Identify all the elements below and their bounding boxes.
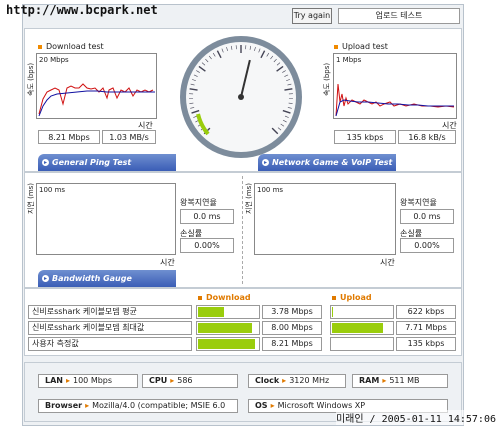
ram-label: RAM — [359, 376, 380, 385]
try-again-button[interactable]: Try again — [292, 8, 332, 24]
gauge-row-label: 사용자 측정값 — [28, 337, 192, 351]
gauge-row-dl-bar — [196, 337, 260, 351]
download-graph-svg — [38, 83, 155, 117]
gauge-row-ul-value: 622 kbps — [396, 305, 456, 319]
lan-info: LAN ▸ 100 Mbps — [38, 374, 138, 388]
gauge-row-dl-fill — [198, 339, 255, 349]
download-speed-bps: 8.21 Mbps — [38, 130, 100, 144]
upload-test-label: 업로드 테스트 — [338, 8, 460, 24]
gauge-row-dl-fill — [198, 307, 224, 317]
tab-bandwidth-gauge[interactable]: ▸ Bandwidth Gauge — [38, 270, 176, 287]
download-series-red — [38, 83, 154, 115]
arrow-right-icon: ▸ — [85, 401, 90, 410]
watermark-url: http://www.bcpark.net — [6, 3, 158, 17]
upload-y-axis-label: 속도 (bps) — [323, 62, 331, 96]
arrow-right-icon: ▸ — [42, 275, 49, 282]
bullet-icon — [334, 44, 338, 49]
gauge-row-dl-value: 8.21 Mbps — [262, 337, 322, 351]
ram-info: RAM ▸ 511 MB — [352, 374, 448, 388]
ping-right-graph: 100 ms — [254, 183, 396, 255]
gauge-row-label: 신비로sshark 케이블모뎀 평균 — [28, 305, 192, 319]
gauge-row-dl-value: 8.00 Mbps — [262, 321, 322, 335]
speedometer-hub — [238, 94, 244, 100]
arrow-right-icon: ▸ — [65, 376, 70, 385]
upload-title: Upload test — [334, 42, 388, 51]
ping-right-y-axis: 지연 (ms) — [245, 182, 253, 214]
gauge-upload-header: Upload — [332, 293, 372, 302]
gauge-download-header-text: Download — [206, 293, 251, 302]
download-series-blue — [38, 90, 155, 117]
ping-left-rtt-label: 왕복지연율 — [180, 198, 217, 207]
gauge-row-ul-bar — [330, 321, 394, 335]
ping-right-loss-value: 0.00% — [400, 238, 454, 253]
ping-left-y-axis: 지연 (ms) — [27, 182, 35, 214]
download-title: Download test — [38, 42, 104, 51]
gauge-row-ul-fill — [332, 307, 334, 317]
download-y-axis-label: 속도 (bps) — [27, 62, 35, 96]
upload-graph: 1 Mbps — [333, 53, 457, 119]
gauge-row-dl-bar — [196, 305, 260, 319]
cpu-label: CPU — [149, 376, 168, 385]
ping-right-time-label: 시간 — [380, 258, 395, 267]
download-title-text: Download test — [46, 42, 104, 51]
gauge-upload-header-text: Upload — [340, 293, 372, 302]
browser-value: Mozilla/4.0 (compatible; MSIE 6.0 — [92, 401, 226, 410]
arrow-right-icon: ▸ — [262, 159, 269, 166]
upload-series-red — [335, 83, 455, 117]
gauge-row-ul-bar — [330, 337, 394, 351]
gauge-row-label: 신비로sshark 케이블모뎀 최대값 — [28, 321, 192, 335]
clock-value: 3120 MHz — [289, 376, 330, 385]
gauge-row-ul-value: 7.71 Mbps — [396, 321, 456, 335]
ram-value: 511 MB — [389, 376, 420, 385]
tab-network-game-label: Network Game & VoIP Test — [272, 158, 393, 167]
gauge-row-ul-fill — [332, 323, 383, 333]
arrow-right-icon: ▸ — [282, 376, 287, 385]
clock-label: Clock — [255, 376, 280, 385]
gauge-row-dl-value: 3.78 Mbps — [262, 305, 322, 319]
upload-series-blue — [335, 99, 454, 117]
bullet-icon — [38, 44, 42, 49]
arrow-right-icon: ▸ — [42, 159, 49, 166]
tab-network-game-voip[interactable]: ▸ Network Game & VoIP Test — [258, 154, 396, 171]
arrow-right-icon: ▸ — [170, 376, 175, 385]
ping-right-scale: 100 ms — [257, 186, 284, 194]
cpu-value: 586 — [177, 376, 193, 385]
tab-general-ping-label: General Ping Test — [52, 158, 132, 167]
gauge-row-ul-value: 135 kbps — [396, 337, 456, 351]
lan-value: 100 Mbps — [73, 376, 113, 385]
upload-title-text: Upload test — [342, 42, 388, 51]
gauge-download-header: Download — [198, 293, 251, 302]
ping-right-rtt-label: 왕복지연율 — [400, 198, 437, 207]
square-icon — [332, 295, 336, 300]
arrow-right-icon: ▸ — [382, 376, 387, 385]
ping-divider — [242, 176, 243, 284]
tab-bandwidth-gauge-label: Bandwidth Gauge — [52, 274, 132, 283]
speedometer — [180, 36, 302, 158]
os-label: OS — [255, 401, 268, 410]
watermark-signature: 미래인 / 2005-01-11 14:57:06 — [335, 410, 496, 425]
ping-left-time-label: 시간 — [160, 258, 175, 267]
lan-label: LAN — [45, 376, 63, 385]
gauge-row-ul-bar — [330, 305, 394, 319]
download-speed-bytes: 1.03 MB/s — [102, 130, 156, 144]
cpu-info: CPU ▸ 586 — [142, 374, 238, 388]
clock-info: Clock ▸ 3120 MHz — [248, 374, 346, 388]
gauge-row-dl-bar — [196, 321, 260, 335]
ping-left-scale: 100 ms — [39, 186, 66, 194]
upload-graph-svg — [335, 83, 455, 117]
upload-speed-bytes: 16.8 kB/s — [398, 130, 456, 144]
ping-left-rtt-value: 0.0 ms — [180, 209, 234, 224]
tab-general-ping-test[interactable]: ▸ General Ping Test — [38, 154, 176, 171]
ping-right-rtt-value: 0.0 ms — [400, 209, 454, 224]
browser-info: Browser ▸ Mozilla/4.0 (compatible; MSIE 6.… — [38, 399, 238, 413]
arrow-right-icon: ▸ — [270, 401, 275, 410]
square-icon — [198, 295, 202, 300]
browser-label: Browser — [45, 401, 83, 410]
ping-left-loss-value: 0.00% — [180, 238, 234, 253]
os-value: Microsoft Windows XP — [277, 401, 366, 410]
gauge-row-dl-fill — [198, 323, 252, 333]
ping-left-graph: 100 ms — [36, 183, 176, 255]
download-graph: 20 Mbps — [36, 53, 157, 119]
upload-speed-bps: 135 kbps — [334, 130, 396, 144]
